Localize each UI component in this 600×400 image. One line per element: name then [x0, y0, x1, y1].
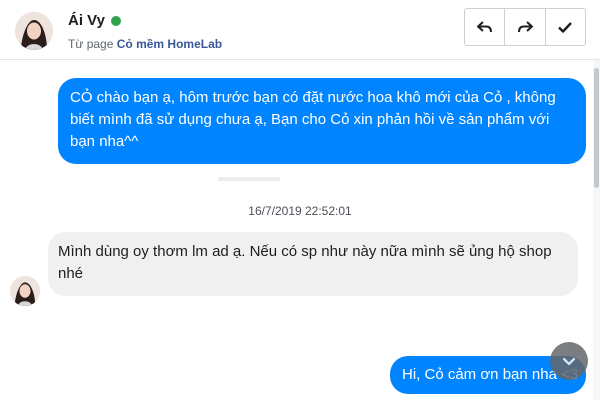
forward-icon — [517, 21, 533, 33]
checkmark-icon — [558, 22, 573, 33]
message-incoming: Mình dùng oy thơm lm ad ạ. Nếu có sp như… — [48, 232, 578, 296]
sender-avatar[interactable] — [10, 276, 40, 306]
online-status-icon — [110, 15, 121, 26]
contact-name[interactable]: Ái Vy — [68, 12, 105, 29]
chevron-down-icon — [562, 357, 576, 366]
avatar[interactable] — [15, 12, 53, 50]
forward-button[interactable] — [505, 9, 546, 45]
divider — [218, 177, 280, 181]
conversation-header: Ái Vy Từ page Cỏ mềm HomeLab — [0, 0, 600, 60]
page-prefix: Từ page — [68, 37, 114, 51]
reply-button[interactable] — [465, 9, 506, 45]
message-outgoing: CỎ chào bạn ạ, hôm trước bạn có đặt nước… — [58, 78, 586, 164]
mark-done-button[interactable] — [546, 9, 585, 45]
page-name-link[interactable]: Cỏ mềm HomeLab — [117, 37, 222, 51]
message-timestamp: 16/7/2019 22:52:01 — [248, 204, 352, 218]
scrollbar[interactable] — [593, 60, 600, 400]
header-actions — [464, 8, 586, 46]
scrollbar-thumb[interactable] — [594, 68, 599, 188]
contact-name-line: Ái Vy — [68, 12, 121, 29]
reply-icon — [476, 21, 492, 33]
page-source-line: Từ page Cỏ mềm HomeLab — [68, 37, 222, 51]
scroll-to-bottom-button[interactable] — [550, 342, 588, 380]
